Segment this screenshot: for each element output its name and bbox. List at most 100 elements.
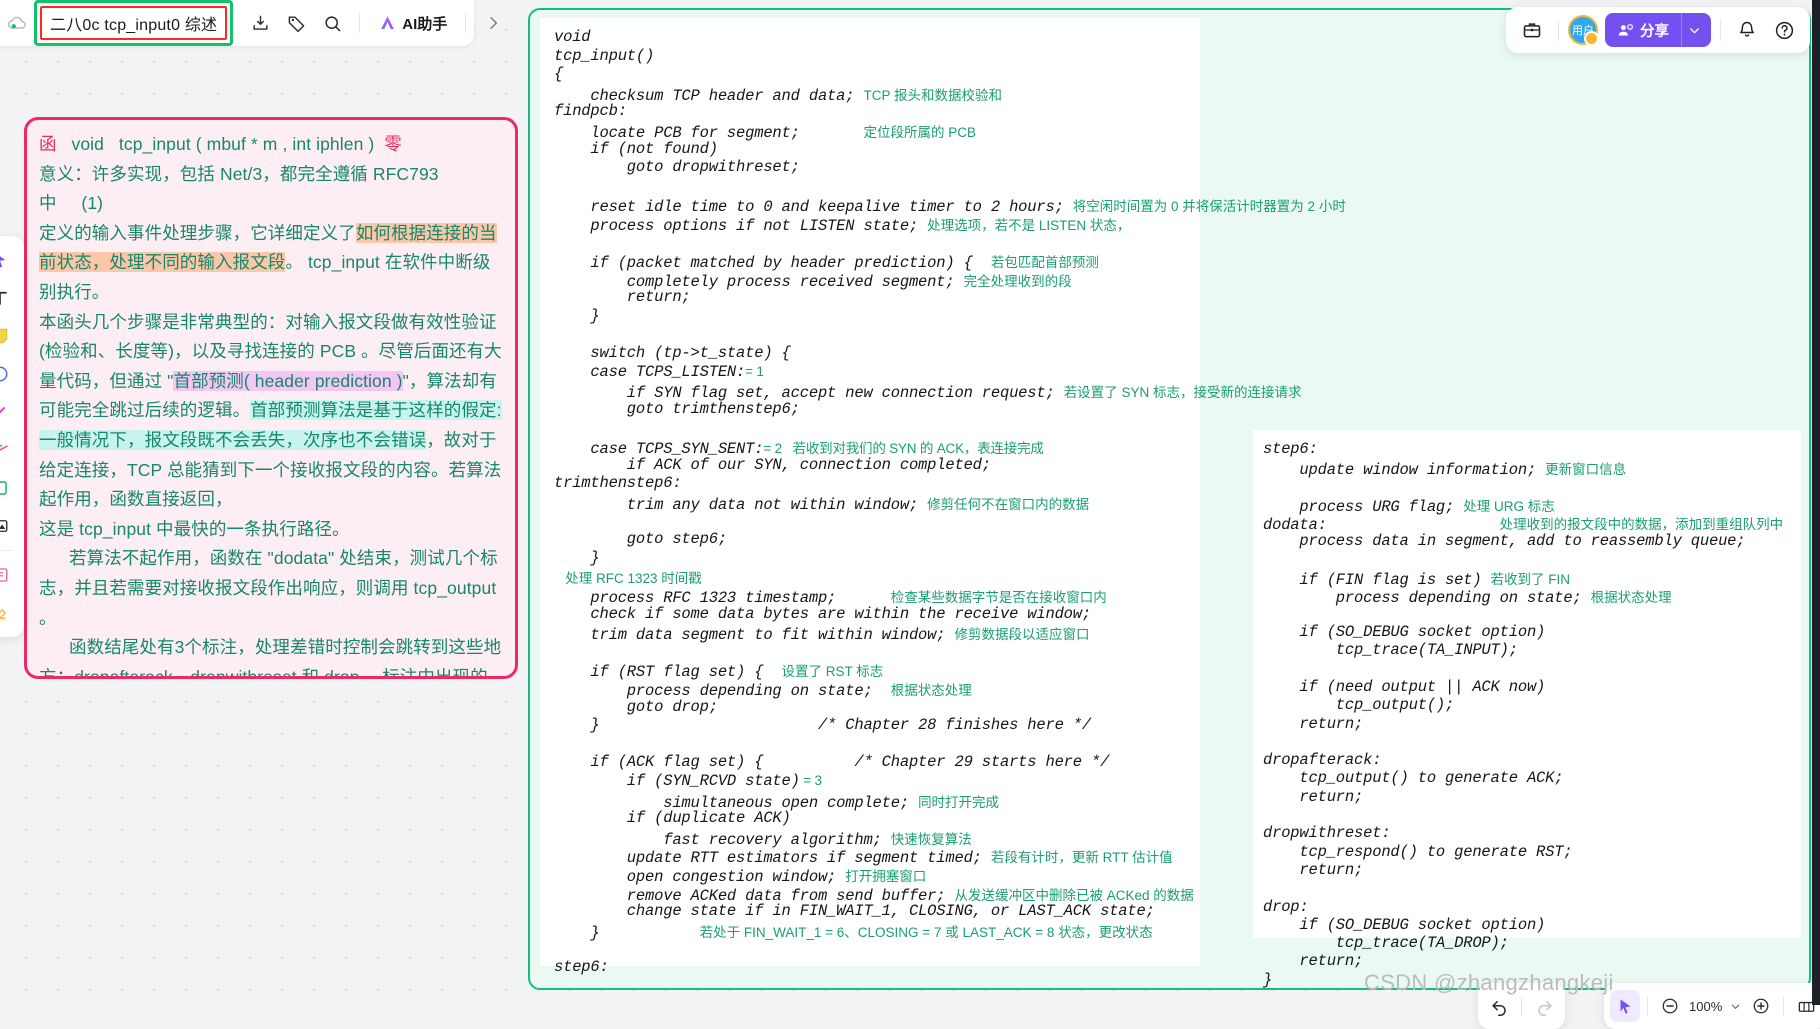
tool-rail[interactable] [0, 236, 24, 637]
avatar-label: 用户 [1572, 22, 1594, 38]
code-annotation: 快速恢复算法 [891, 832, 972, 847]
chevron-right-icon[interactable] [476, 6, 510, 40]
ai-sparkle-icon [378, 14, 397, 33]
code-text: if ACK of our SYN, connection completed; [554, 456, 991, 474]
code-text: return; [554, 288, 691, 306]
code-text: tcp_output(); [1263, 696, 1454, 714]
code-text: { [554, 65, 563, 83]
document-title[interactable]: 二八0c tcp_input0 综述 [50, 17, 217, 34]
zoom-toolbar[interactable]: 100% [1604, 983, 1820, 1029]
code-line: if (need output || ACK now) [1263, 678, 1545, 696]
note-marker: (1) [81, 193, 103, 213]
code-annotation: 修剪数据段以适应窗口 [954, 627, 1089, 642]
code-annotation: 若处于 FIN_WAIT_1 = 6、CLOSING = 7 或 LAST_AC… [700, 925, 1153, 940]
code-inline-value: = 1 [745, 364, 764, 379]
code-text: goto trimthenstep6; [554, 400, 800, 418]
code-inline-value: = 3 [800, 773, 822, 788]
code-line: tcp_output() to generate ACK; [1263, 769, 1563, 787]
code-annotation: 检查某些数据字节是否在接收窗口内 [891, 590, 1107, 605]
briefcase-icon[interactable] [1515, 13, 1549, 47]
code-text: trimthenstep6: [554, 474, 681, 492]
code-text: goto step6; [554, 530, 727, 548]
code-text: trim any data not within window; [554, 496, 927, 514]
infinite-canvas[interactable]: voidtcp_input(){ checksum TCP header and… [0, 0, 1820, 1005]
frame-tool-icon[interactable] [0, 471, 18, 505]
code-text: void [554, 28, 590, 46]
share-user-icon [1617, 22, 1634, 39]
top-right-toolbar[interactable]: 用户 分享 [1506, 7, 1810, 53]
code-line: } 若处于 FIN_WAIT_1 = 6、CLOSING = 7 或 LAST_… [554, 921, 1153, 942]
zoom-divider-2 [1783, 996, 1784, 1016]
image-tool-icon[interactable] [0, 509, 18, 543]
avatar[interactable]: 用户 [1568, 15, 1598, 45]
ai-assistant-button[interactable]: AI助手 [370, 8, 455, 39]
zoom-out-icon[interactable] [1655, 990, 1685, 1022]
code-text: dropwithreset: [1263, 824, 1390, 842]
zoom-level-label[interactable]: 100% [1687, 999, 1724, 1014]
zoom-in-icon[interactable] [1746, 990, 1776, 1022]
app-logo-icon[interactable] [6, 12, 28, 34]
code-text: tcp_output() to generate ACK; [1263, 769, 1563, 787]
top-toolbar[interactable]: 二八0c tcp_input0 综述 [0, 0, 474, 46]
code-line: return; [1263, 861, 1363, 879]
shape-tool-icon[interactable] [0, 357, 18, 391]
code-board[interactable]: voidtcp_input(){ checksum TCP header and… [528, 8, 1811, 990]
code-line: switch (tp->t_state) { [554, 344, 791, 362]
code-line: if (not found) [554, 140, 718, 158]
code-line: drop: [1263, 898, 1309, 916]
code-annotation: 处理 URG 标志 [1463, 499, 1555, 514]
code-line: process data in segment, add to reassemb… [1263, 532, 1745, 550]
sticky-note-tool-icon[interactable] [0, 319, 18, 353]
code-text: } [1263, 971, 1272, 989]
code-text: } /* Chapter 28 finishes here */ [554, 716, 1091, 734]
code-line: if (duplicate ACK) [554, 809, 791, 827]
code-line: } [554, 307, 600, 325]
code-annotation: 设置了 RST 标志 [782, 664, 884, 679]
code-line: if ACK of our SYN, connection completed; [554, 456, 991, 474]
code-line: } [554, 549, 600, 567]
code-annotation: 定位段所属的 PCB [863, 125, 976, 140]
code-text: if (not found) [554, 140, 718, 158]
code-annotation: 处理 RFC 1323 时间戳 [554, 571, 702, 586]
document-title-wrapper[interactable]: 二八0c tcp_input0 综述 [34, 0, 233, 46]
code-line: trimthenstep6: [554, 474, 681, 492]
code-text: check if some data bytes are within the … [554, 605, 1091, 623]
search-icon[interactable] [315, 6, 349, 40]
code-line: goto step6; [554, 530, 727, 548]
share-button[interactable]: 分享 [1605, 13, 1711, 47]
share-dropdown-caret[interactable] [1681, 13, 1707, 47]
code-line: if (SO_DEBUG socket option) [1263, 623, 1545, 641]
zoom-divider [1647, 996, 1648, 1016]
text-tool-icon[interactable] [0, 281, 18, 315]
code-text: tcp_input() [554, 47, 654, 65]
top-toolbar-actions[interactable]: AI助手 [243, 6, 510, 40]
code-text: return; [1263, 788, 1363, 806]
right-toolbar-divider-2 [1720, 19, 1721, 41]
code-annotation: 处理选项，若不是 LISTEN 状态， [927, 218, 1130, 233]
cursor-icon[interactable] [1610, 990, 1640, 1022]
more-tool-icon[interactable] [0, 558, 18, 592]
note-heading-suffix: 零 [384, 134, 402, 154]
eraser-tool-icon[interactable] [0, 596, 18, 630]
code-line: if (SO_DEBUG socket option) [1263, 916, 1545, 934]
code-line: goto drop; [554, 698, 718, 716]
pen-tool-icon[interactable] [0, 395, 18, 429]
tag-icon[interactable] [279, 6, 313, 40]
annotation-note-card[interactable]: 函 void tcp_input ( mbuf * m , int iphlen… [24, 117, 518, 679]
note-heading-prefix: 函 [39, 134, 57, 154]
chevron-down-icon[interactable] [1726, 990, 1744, 1022]
code-annotation: 处理收到的报文段中的数据，添加到重组队列中 [1500, 517, 1784, 532]
download-icon[interactable] [243, 6, 277, 40]
code-line: dropafterack: [1263, 751, 1381, 769]
bell-icon[interactable] [1730, 13, 1764, 47]
code-line: tcp_respond() to generate RST; [1263, 843, 1572, 861]
code-text: return; [1263, 861, 1363, 879]
code-line: case TCPS_LISTEN:= 1 [554, 363, 764, 381]
select-tool-icon[interactable] [0, 243, 18, 277]
line-tool-icon[interactable] [0, 433, 18, 467]
help-circle-icon[interactable] [1767, 13, 1801, 47]
watermark-text: CSDN @zhangzhangkeji [1364, 970, 1614, 996]
right-edge-strip [1812, 0, 1820, 1005]
code-line: change state if in FIN_WAIT_1, CLOSING, … [554, 902, 1155, 920]
code-line: { [554, 65, 563, 83]
